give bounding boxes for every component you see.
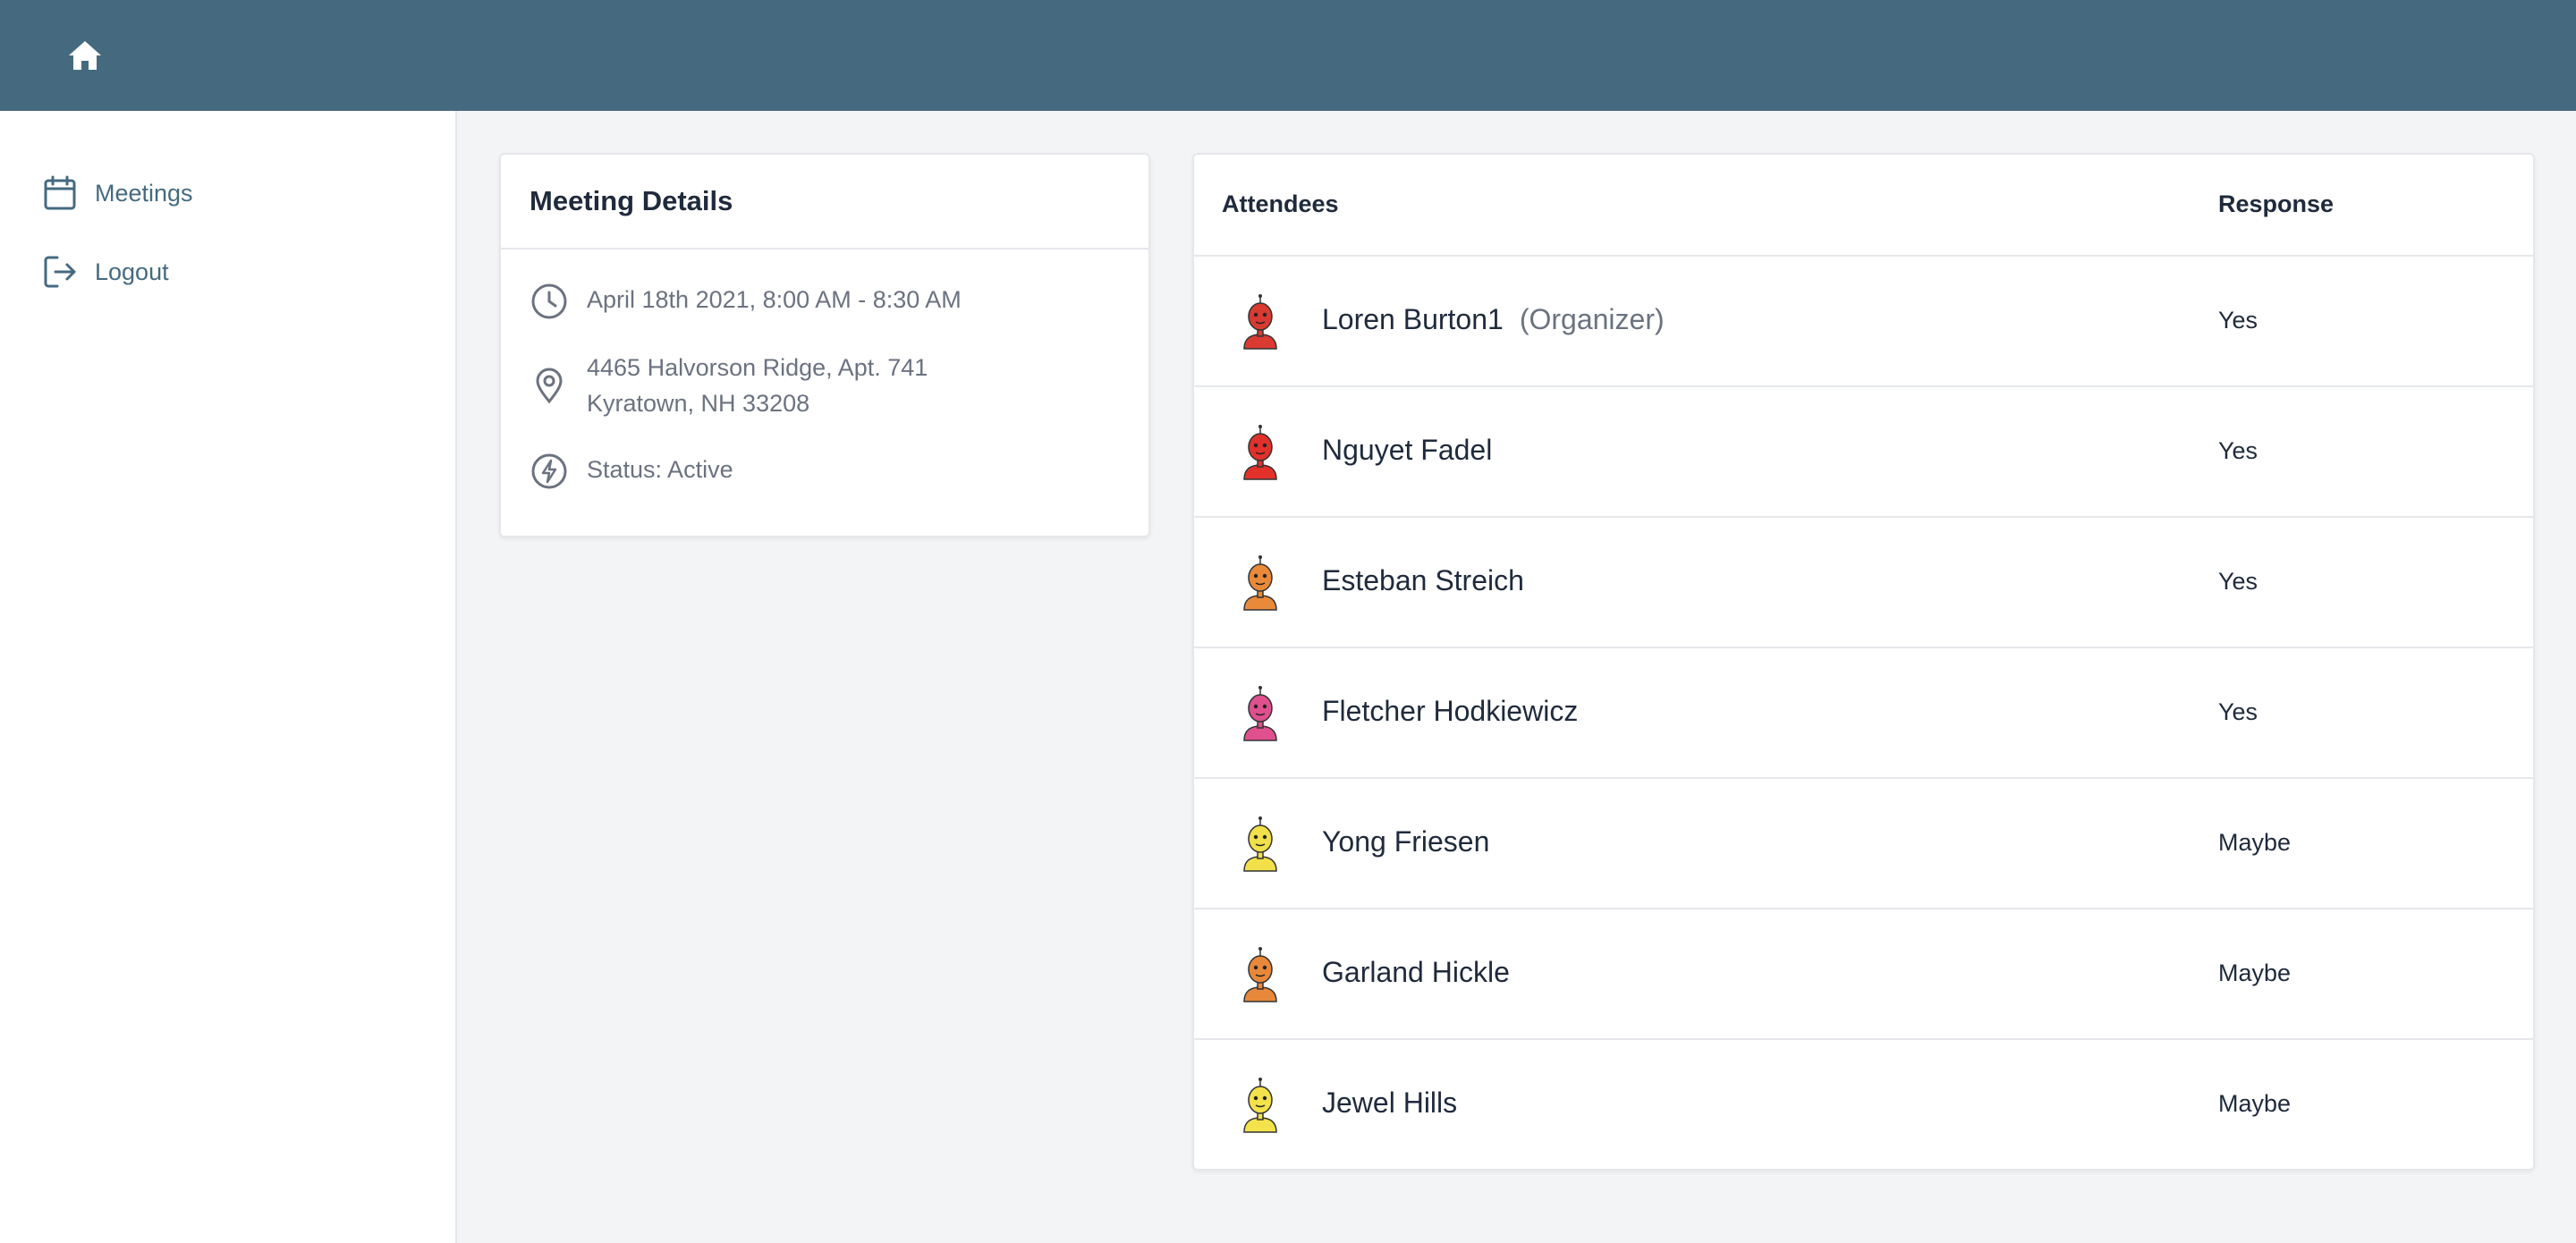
- attendee-response: Maybe: [2218, 960, 2292, 986]
- avatar: [1243, 816, 1277, 872]
- attendee-response: Yes: [2218, 437, 2258, 464]
- attendee-name: Loren Burton1 (Organizer): [1322, 303, 1665, 336]
- attendees-table-header: Attendees Response: [1194, 155, 2533, 257]
- attendee-name-text: Esteban Streich: [1322, 564, 1524, 596]
- location-pin-icon: [536, 368, 563, 404]
- attendee-name-text: Nguyet Fadel: [1322, 434, 1493, 466]
- sidebar-item-logout[interactable]: Logout: [43, 250, 169, 293]
- logout-icon: [44, 256, 76, 288]
- attendee-name: Nguyet Fadel: [1322, 434, 1492, 467]
- avatar: [1243, 947, 1277, 1002]
- attendee-response: Yes: [2218, 698, 2258, 725]
- attendee-response: Yes: [2218, 568, 2258, 595]
- avatar: [1243, 425, 1277, 480]
- meeting-status-row: Status: Active: [530, 452, 733, 491]
- table-row: Yong Friesen Maybe: [1194, 779, 2533, 909]
- clock-icon: [531, 283, 567, 319]
- attendee-role: (Organizer): [1519, 303, 1665, 335]
- meeting-status: Status: Active: [587, 456, 733, 483]
- attendees-column-header: Attendees: [1222, 190, 1339, 217]
- attendee-name-text: Fletcher Hodkiewicz: [1322, 695, 1579, 727]
- avatar: [1243, 294, 1277, 350]
- meeting-details-title: Meeting Details: [501, 155, 1148, 249]
- attendee-name: Yong Friesen: [1322, 825, 1489, 858]
- attendee-name: Garland Hickle: [1322, 956, 1510, 989]
- table-row: Garland Hickle Maybe: [1194, 909, 2533, 1040]
- response-column-header: Response: [2218, 190, 2334, 217]
- lightning-icon: [531, 453, 567, 489]
- home-icon: [69, 41, 101, 70]
- attendee-name-text: Loren Burton1: [1322, 303, 1504, 335]
- sidebar: Meetings Logout: [0, 111, 457, 1243]
- avatar: [1243, 1078, 1277, 1133]
- sidebar-item-label: Logout: [95, 258, 169, 285]
- table-row: Nguyet Fadel Yes: [1194, 387, 2533, 518]
- attendee-name: Jewel Hills: [1322, 1087, 1457, 1120]
- attendee-name-text: Garland Hickle: [1322, 956, 1510, 988]
- attendee-response: Maybe: [2218, 829, 2292, 856]
- calendar-icon: [44, 175, 76, 210]
- table-row: Loren Burton1 (Organizer) Yes: [1194, 257, 2533, 387]
- home-button[interactable]: [59, 30, 111, 80]
- meeting-details-card: Meeting Details April 18th 2021, 8:00 AM…: [499, 153, 1150, 537]
- meeting-address-line2: Kyratown, NH 33208: [587, 390, 810, 417]
- avatar: [1243, 555, 1277, 611]
- attendees-table: Attendees Response Loren Burton1 (Organiz…: [1192, 153, 2535, 1171]
- attendee-name-text: Jewel Hills: [1322, 1087, 1458, 1119]
- meeting-location-row: 4465 Halvorson Ridge, Apt. 741 Kyratown,…: [530, 350, 928, 421]
- meeting-datetime-row: April 18th 2021, 8:00 AM - 8:30 AM: [530, 282, 962, 321]
- avatar: [1243, 686, 1277, 741]
- table-row: Jewel Hills Maybe: [1194, 1040, 2533, 1171]
- top-bar: [0, 0, 2576, 111]
- attendees-table-body: Loren Burton1 (Organizer) Yes Nguyet Fadel Y…: [1194, 257, 2533, 1171]
- meeting-datetime: April 18th 2021, 8:00 AM - 8:30 AM: [587, 286, 962, 313]
- attendee-name: Esteban Streich: [1322, 564, 1524, 597]
- table-row: Fletcher Hodkiewicz Yes: [1194, 648, 2533, 779]
- attendee-name-text: Yong Friesen: [1322, 825, 1490, 858]
- attendee-name: Fletcher Hodkiewicz: [1322, 695, 1578, 728]
- meeting-address-line1: 4465 Halvorson Ridge, Apt. 741: [587, 354, 928, 381]
- table-row: Esteban Streich Yes: [1194, 518, 2533, 648]
- attendee-response: Yes: [2218, 307, 2258, 334]
- sidebar-item-label: Meetings: [95, 179, 193, 207]
- attendee-response: Maybe: [2218, 1090, 2292, 1117]
- sidebar-item-meetings[interactable]: Meetings: [43, 172, 193, 215]
